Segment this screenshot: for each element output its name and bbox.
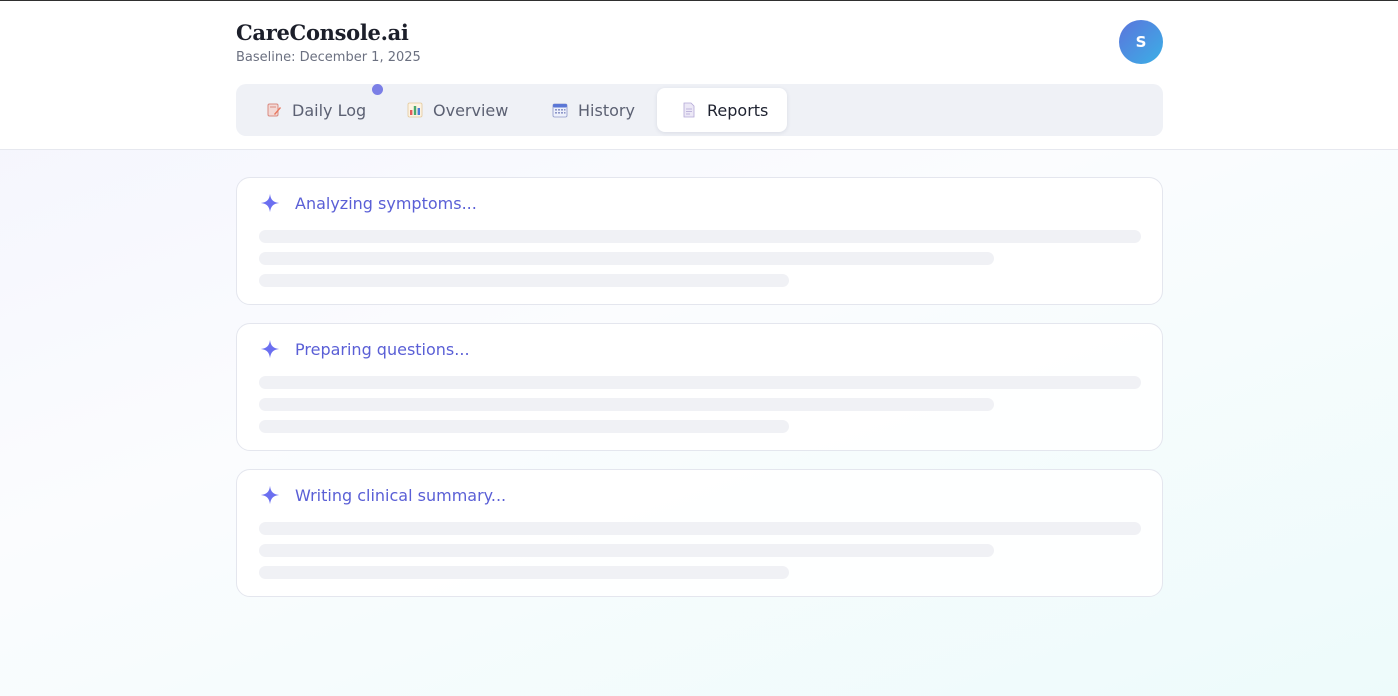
loading-card-summary: Writing clinical summary... <box>236 469 1163 597</box>
loading-card-analyzing: Analyzing symptoms... <box>236 177 1163 305</box>
tab-reports-label: Reports <box>707 100 769 120</box>
brand-title: CareConsole.ai <box>236 20 409 45</box>
loading-card-questions: Preparing questions... <box>236 323 1163 451</box>
card-title: Analyzing symptoms... <box>295 193 477 213</box>
tab-daily-log-label: Daily Log <box>292 100 367 120</box>
skeleton-line <box>259 376 1141 389</box>
skeleton-line <box>259 252 994 265</box>
avatar[interactable]: S <box>1119 20 1163 64</box>
sparkle-icon <box>260 193 280 213</box>
skeleton-line <box>259 230 1141 243</box>
skeleton-line <box>259 522 1141 535</box>
skeleton-line <box>259 420 789 433</box>
document-icon <box>681 102 697 118</box>
baseline-date: Baseline: December 1, 2025 <box>236 50 421 65</box>
tab-overview-label: Overview <box>433 100 509 120</box>
app-header: CareConsole.ai Baseline: December 1, 202… <box>0 1 1398 150</box>
notification-dot <box>372 84 383 95</box>
sparkle-icon <box>260 339 280 359</box>
tab-history[interactable]: History <box>538 88 649 132</box>
skeleton-line <box>259 274 789 287</box>
calendar-icon <box>552 102 568 118</box>
skeleton-line <box>259 566 789 579</box>
bar-chart-icon <box>407 102 423 118</box>
tab-history-label: History <box>578 100 635 120</box>
tab-daily-log[interactable]: Daily Log <box>252 88 380 132</box>
tab-reports[interactable]: Reports <box>657 88 787 132</box>
skeleton-line <box>259 544 994 557</box>
tab-overview[interactable]: Overview <box>393 88 522 132</box>
card-title: Preparing questions... <box>295 339 470 359</box>
card-title: Writing clinical summary... <box>295 485 507 505</box>
sparkle-icon <box>260 485 280 505</box>
skeleton-line <box>259 398 994 411</box>
notepad-pencil-icon <box>266 102 282 118</box>
